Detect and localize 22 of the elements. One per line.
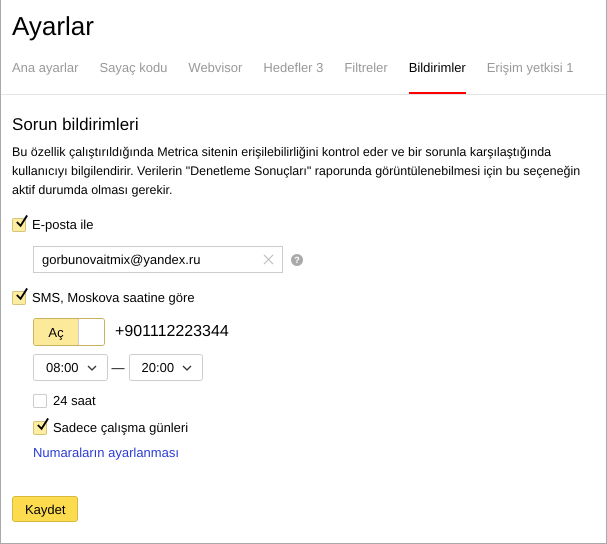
chevron-down-icon: [86, 364, 97, 370]
email-field[interactable]: gorbunovaitmix@yandex.ru: [33, 246, 283, 273]
page-title: Ayarlar: [11, 10, 95, 42]
checkbox[interactable]: [12, 218, 26, 232]
phone-number: +901112223344: [115, 323, 229, 341]
section-title: Sorun bildirimleri: [12, 115, 140, 135]
checkbox-label: Sadece çalışma günleri: [53, 420, 188, 435]
chevron-down-icon: [182, 364, 192, 370]
tab[interactable]: Bildirimler: [408, 60, 466, 94]
separator: —: [112, 360, 125, 375]
toggle-switch[interactable]: Aç: [33, 318, 105, 346]
checkbox-label: E-posta ile: [32, 217, 94, 232]
time-select[interactable]: 08:00: [33, 354, 108, 381]
checkbox-label: SMS, Moskova saatine göre: [32, 290, 195, 305]
save-button[interactable]: Kaydet: [12, 496, 78, 522]
checkbox[interactable]: [33, 420, 47, 434]
checkbox[interactable]: [33, 394, 47, 408]
time-select[interactable]: 20:00: [128, 354, 204, 381]
settings-link[interactable]: Numaraların ayarlanması: [33, 445, 179, 460]
checkbox[interactable]: [12, 290, 26, 304]
checkbox-label: 24 saat: [53, 393, 96, 408]
description: Bu özellik çalıştırıldığında Metrica sitenin erişilebilirliğini kontrol eder ve bir sorunla karşılaştığında kullanıcıyı bilgilendirir. Verilerin "Denetleme Sonuçları" raporunda görüntülenebilmesi için bu seçeneğin aktif durumda olması gerekir.: [12, 144, 582, 199]
